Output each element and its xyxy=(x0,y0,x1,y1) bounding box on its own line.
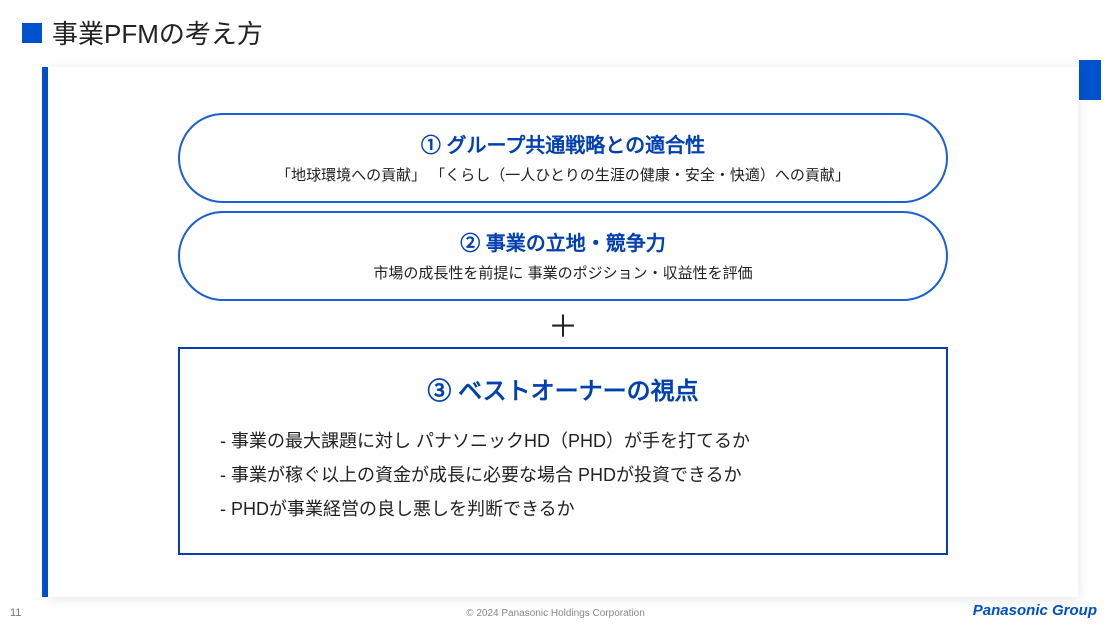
criteria-block-1: ① グループ共通戦略との適合性 「地球環境への貢献」 「くらし（一人ひとりの生涯… xyxy=(178,113,948,203)
title-bullet-icon xyxy=(22,23,42,43)
criteria-block-2: ② 事業の立地・競争力 市場の成長性を前提に 事業のポジション・収益性を評価 xyxy=(178,211,948,301)
list-item: PHDが事業経営の良し悪しを判断できるか xyxy=(220,492,906,526)
slide: 事業PFMの考え方 ① グループ共通戦略との適合性 「地球環境への貢献」 「くら… xyxy=(0,0,1111,625)
criteria-block-3: ③ ベストオーナーの視点 事業の最大課題に対し パナソニックHD（PHD）が手を… xyxy=(178,347,948,555)
accent-bar-right xyxy=(1079,60,1101,100)
criteria-3-heading: ③ ベストオーナーの視点 xyxy=(220,371,906,406)
content-card: ① グループ共通戦略との適合性 「地球環境への貢献」 「くらし（一人ひとりの生涯… xyxy=(48,67,1078,597)
copyright: © 2024 Panasonic Holdings Corporation xyxy=(466,608,645,619)
criteria-3-list: 事業の最大課題に対し パナソニックHD（PHD）が手を打てるか 事業が稼ぐ以上の… xyxy=(220,424,906,527)
criteria-1-heading: ① グループ共通戦略との適合性 xyxy=(200,129,926,158)
title-row: 事業PFMの考え方 xyxy=(22,14,263,51)
plus-icon: ＋ xyxy=(548,302,578,346)
criteria-1-sub: 「地球環境への貢献」 「くらし（一人ひとりの生涯の健康・安全・快適）への貢献」 xyxy=(200,164,926,185)
list-item: 事業が稼ぐ以上の資金が成長に必要な場合 PHDが投資できるか xyxy=(220,458,906,492)
criteria-2-sub: 市場の成長性を前提に 事業のポジション・収益性を評価 xyxy=(200,262,926,283)
page-number: 11 xyxy=(10,607,21,619)
brand-logo: Panasonic Group xyxy=(973,602,1097,619)
page-title: 事業PFMの考え方 xyxy=(52,14,263,51)
criteria-2-heading: ② 事業の立地・競争力 xyxy=(200,227,926,256)
list-item: 事業の最大課題に対し パナソニックHD（PHD）が手を打てるか xyxy=(220,424,906,458)
